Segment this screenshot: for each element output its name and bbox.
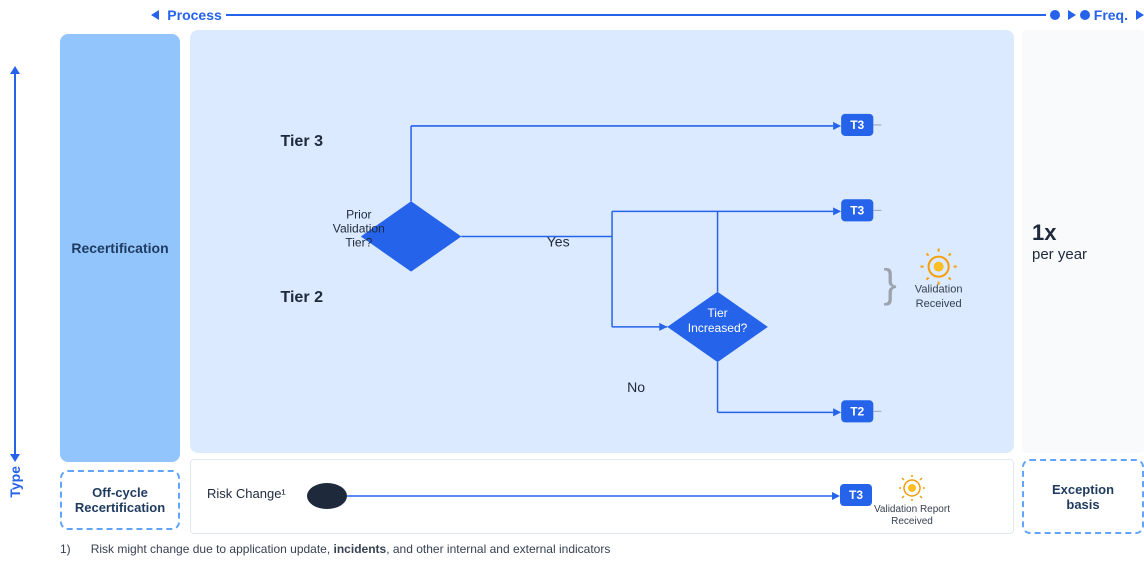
offcycle-diagram: Risk Change¹ T3 bbox=[190, 459, 1014, 534]
recert-diagram: Tier 3 Tier 2 Prior Validation Tier? bbox=[190, 30, 1014, 453]
off-cycle-box: Off-cycleRecertification bbox=[60, 470, 180, 530]
content-area: Type Recertification Off-cycleRecertific… bbox=[0, 30, 1144, 534]
prior-val-line1: Prior bbox=[346, 207, 371, 221]
process-label: Process bbox=[167, 7, 221, 23]
yes-t3-arrow bbox=[833, 207, 841, 215]
type-arrow-up bbox=[10, 66, 20, 74]
main-container: Process Freq. Type Recertific bbox=[0, 0, 1144, 564]
tier3-text: Tier 3 bbox=[280, 132, 323, 150]
tier2-text: Tier 2 bbox=[280, 288, 323, 306]
prior-val-line2: Validation bbox=[333, 221, 385, 235]
risk-arrow bbox=[832, 492, 840, 500]
t2-text: T2 bbox=[850, 404, 864, 418]
header-row: Process Freq. bbox=[0, 0, 1144, 30]
risk-oval bbox=[307, 483, 347, 509]
ray7 bbox=[927, 278, 929, 280]
validation-inner bbox=[934, 262, 944, 272]
freq-header: Freq. bbox=[1080, 7, 1144, 23]
footnote-text-before: Risk might change due to application upd… bbox=[91, 542, 334, 556]
freq-arrow bbox=[1136, 10, 1144, 20]
t3-text-top: T3 bbox=[850, 118, 864, 132]
offcycle-t3-text: T3 bbox=[849, 488, 863, 502]
prior-val-line3: Tier? bbox=[345, 236, 372, 250]
val-report-line2: Received bbox=[891, 516, 933, 527]
footnote: 1) Risk might change due to application … bbox=[0, 534, 1144, 564]
freq-value: 1x bbox=[1032, 220, 1056, 246]
offcycle-val-inner bbox=[908, 484, 916, 492]
process-dot-right bbox=[1050, 10, 1060, 20]
tier-inc-line2: Increased? bbox=[688, 321, 748, 335]
footnote-text-after: , and other internal and external indica… bbox=[386, 542, 610, 556]
exception-box: Exceptionbasis bbox=[1022, 459, 1144, 534]
validation-received-line2: Received bbox=[916, 298, 962, 310]
footnote-bold: incidents bbox=[334, 542, 387, 556]
process-arrow-right bbox=[1068, 10, 1076, 20]
ray8 bbox=[949, 278, 951, 280]
recertification-label: Recertification bbox=[71, 240, 168, 256]
no-arrow bbox=[833, 408, 841, 416]
tier3-arrow-right bbox=[833, 122, 841, 130]
footnote-number: 1) bbox=[60, 542, 71, 556]
curly-bracket: } bbox=[883, 261, 896, 306]
freq-dot bbox=[1080, 10, 1090, 20]
recert-svg: Tier 3 Tier 2 Prior Validation Tier? bbox=[190, 30, 1014, 453]
exception-label: Exceptionbasis bbox=[1052, 482, 1114, 512]
recertification-box: Recertification bbox=[60, 34, 180, 462]
type-column: Type bbox=[0, 30, 30, 534]
freq-label: Freq. bbox=[1094, 7, 1128, 23]
ray6 bbox=[949, 254, 951, 256]
freq-main: 1x per year bbox=[1022, 30, 1144, 453]
type-arrow-down bbox=[10, 454, 20, 462]
tier-inc-line1: Tier bbox=[707, 306, 727, 320]
type-label: Type bbox=[7, 466, 23, 498]
freq-column: 1x per year Exceptionbasis bbox=[1014, 30, 1144, 534]
t3-text-mid: T3 bbox=[850, 203, 864, 217]
to-diamond-arrow bbox=[659, 323, 667, 331]
type-line bbox=[14, 74, 16, 454]
process-arrow-left bbox=[151, 10, 159, 20]
left-boxes: Recertification Off-cycleRecertification bbox=[60, 30, 185, 534]
offcycle-svg: Risk Change¹ T3 bbox=[191, 460, 1013, 535]
freq-per-year: per year bbox=[1032, 246, 1087, 263]
off-cycle-label: Off-cycleRecertification bbox=[75, 485, 165, 515]
ray5 bbox=[927, 254, 929, 256]
process-header: Process bbox=[151, 7, 1075, 23]
no-label: No bbox=[627, 379, 645, 395]
risk-change-text: Risk Change¹ bbox=[207, 486, 286, 501]
diagram-area: Tier 3 Tier 2 Prior Validation Tier? bbox=[190, 30, 1014, 534]
prior-validation-diamond bbox=[361, 201, 461, 271]
val-report-line1: Validation Report bbox=[874, 504, 950, 515]
validation-received-line1: Validation bbox=[915, 284, 963, 296]
